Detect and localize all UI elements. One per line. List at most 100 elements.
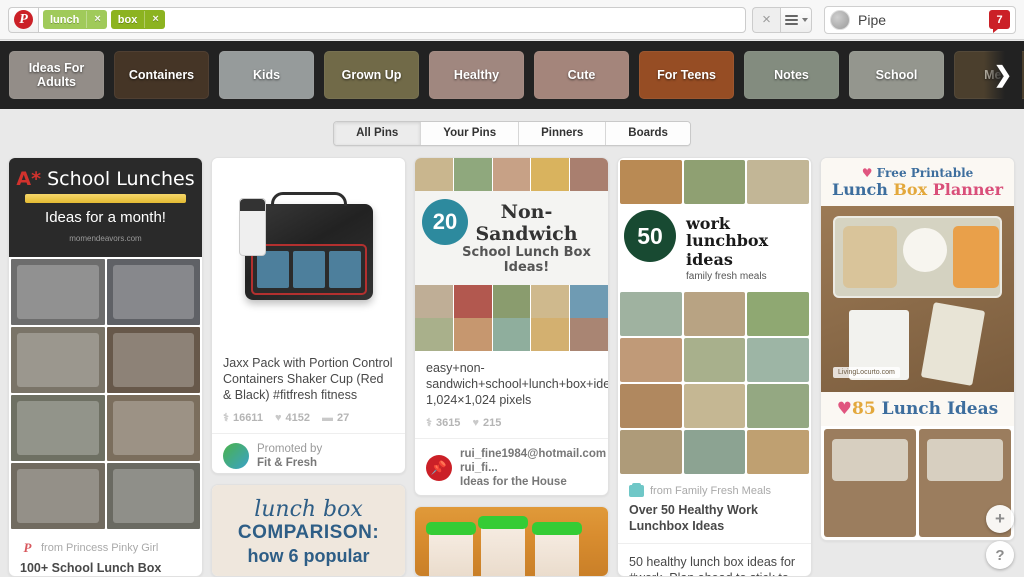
notification-badge[interactable]: 7 (989, 10, 1010, 33)
pin-image[interactable]: 50 work lunchbox ideas family fresh meal… (618, 158, 811, 476)
bag-handle-icon (270, 192, 347, 206)
category-grown-up[interactable]: Grown Up (324, 51, 419, 99)
clear-search-button[interactable]: × (752, 6, 780, 33)
pinterest-logo-button[interactable]: P (8, 6, 38, 33)
pin-art-tagline: ♥ Free Printable (861, 166, 974, 180)
remove-tag-icon[interactable]: × (144, 11, 164, 28)
repin-count: ⚕ 16611 (223, 411, 263, 425)
category-label: For Teens (657, 68, 716, 82)
category-ideas-for-adults[interactable]: Ideas For Adults (9, 51, 104, 99)
pin-art-subheading: how 6 popular (247, 546, 370, 567)
pin-image[interactable] (212, 158, 405, 346)
pin-description-block: 50 healthy lunch box ideas for #work. Pl… (618, 543, 811, 576)
tab-all-pins[interactable]: All Pins (334, 121, 422, 145)
pin-card[interactable]: lunch box COMPARISON: how 6 popular (211, 484, 406, 577)
avatar (830, 9, 850, 30)
pin-card[interactable]: 20 Non-Sandwich School Lunch Box Ideas! … (414, 157, 609, 496)
tab-boards[interactable]: Boards (606, 121, 690, 145)
shaker-cup-icon (239, 198, 266, 256)
category-bar: Ideas For Adults Containers Kids Grown U… (0, 41, 1024, 109)
category-containers[interactable]: Containers (114, 51, 209, 99)
app-header: P lunch × box × × Pipe 7 (0, 0, 1024, 40)
pin-card[interactable]: Jaxx Pack with Portion Control Container… (211, 157, 406, 475)
pin-art-title: Lunch Box Planner (831, 180, 1004, 199)
filter-tab-row: All Pins Your Pins Pinners Boards (0, 109, 1024, 157)
pin-description: 50 healthy lunch box ideas for #work. Pl… (629, 555, 796, 576)
pin-art-script: lunch box (254, 497, 363, 523)
pin-image[interactable]: ♥ Free Printable Lunch Box Planner Livin… (821, 158, 1014, 540)
menu-button[interactable] (780, 6, 812, 33)
category-kids[interactable]: Kids (219, 51, 314, 99)
category-for-teens[interactable]: For Teens (639, 51, 734, 99)
pin-card[interactable]: ♥ Free Printable Lunch Box Planner Livin… (820, 157, 1015, 541)
pin-title[interactable]: 100+ School Lunch Box Ideas - Page 2 of … (20, 560, 191, 576)
repin-icon: ⚕ (426, 417, 432, 429)
pin-art-photo-grid (9, 257, 202, 531)
search-input[interactable] (168, 12, 741, 27)
tab-your-pins[interactable]: Your Pins (421, 121, 520, 145)
category-cute[interactable]: Cute (534, 51, 629, 99)
pinner-attribution[interactable]: 📌 rui_fine1984@hotmail.com rui_fi... Ide… (415, 438, 608, 495)
pin-stats: ⚕ 3615 ♥ 215 (426, 416, 597, 430)
pin-info: Jaxx Pack with Portion Control Container… (212, 346, 405, 433)
tab-pinners[interactable]: Pinners (519, 121, 607, 145)
pin-title[interactable]: easy+non-sandwich+school+lunch+box+ideas… (426, 360, 608, 408)
pin-image[interactable]: lunch box COMPARISON: how 6 popular (212, 485, 405, 577)
user-menu[interactable]: Pipe 7 (824, 5, 1016, 34)
heart-icon: ♥ (274, 411, 282, 424)
add-pin-button[interactable]: + (986, 505, 1014, 533)
pin-art-photo-strip (415, 318, 608, 351)
search-bar[interactable]: lunch × box × (38, 6, 746, 33)
pin-art-photo-strip (415, 158, 608, 191)
pin-column-3: 20 Non-Sandwich School Lunch Box Ideas! … (414, 157, 609, 577)
brand-logo-icon (223, 443, 249, 469)
category-label: School (875, 68, 918, 82)
pin-avatar-icon: 📌 (426, 455, 452, 481)
count-badge: 50 (624, 210, 676, 262)
hamburger-menu-icon (784, 13, 798, 27)
chevron-down-icon (801, 17, 808, 22)
pencil-icon (25, 194, 186, 203)
category-school[interactable]: School (849, 51, 944, 99)
pin-card[interactable] (414, 505, 609, 577)
pin-title[interactable]: Over 50 Healthy Work Lunchbox Ideas (629, 502, 800, 534)
heart-icon: ♥ (861, 166, 873, 180)
pin-art-photo-strip (415, 285, 608, 318)
pinner-text: rui_fine1984@hotmail.com rui_fi... Ideas… (460, 447, 606, 489)
pin-source-label: from Princess Pinky Girl (41, 541, 159, 554)
pin-art-title: A* School Lunches (16, 168, 195, 190)
category-next-arrow-icon[interactable]: ❯ (984, 41, 1022, 109)
pinterest-logo-icon: P (14, 10, 33, 29)
heart-icon: ♥ (836, 399, 853, 419)
search-tag-box[interactable]: box × (110, 10, 165, 29)
search-tag-label: lunch (50, 13, 80, 26)
remove-tag-icon[interactable]: × (86, 11, 106, 28)
pin-stats: ⚕ 16611 ♥ 4152 ▬ 27 (223, 411, 394, 425)
user-name: Pipe (858, 11, 887, 28)
pin-art-title: Non-Sandwich (475, 201, 578, 245)
pin-image[interactable]: 20 Non-Sandwich School Lunch Box Ideas! (415, 158, 608, 351)
pin-art-title-2: lunchbox ideas (686, 231, 769, 269)
comment-icon: ▬ (321, 411, 333, 424)
pin-art-subtitle: family fresh meals (686, 271, 767, 282)
pin-info: from Family Fresh Meals Over 50 Healthy … (618, 476, 811, 543)
promoted-attribution[interactable]: Promoted by Fit & Fresh (212, 433, 405, 473)
category-label: Kids (252, 68, 281, 82)
pin-image[interactable]: A* School Lunches Ideas for a month! mom… (9, 158, 202, 531)
category-label: Cute (567, 68, 596, 82)
category-notes[interactable]: Notes (744, 51, 839, 99)
pin-image[interactable] (415, 506, 608, 576)
pin-title[interactable]: Jaxx Pack with Portion Control Container… (223, 355, 394, 403)
pin-card[interactable]: 50 work lunchbox ideas family fresh meal… (617, 157, 812, 577)
category-healthy[interactable]: Healthy (429, 51, 524, 99)
like-count: ♥ 4152 (274, 411, 310, 424)
pin-source[interactable]: from Family Fresh Meals (629, 483, 800, 497)
repin-count: ⚕ 3615 (426, 416, 461, 430)
category-label: Healthy (453, 68, 500, 82)
pin-card[interactable]: A* School Lunches Ideas for a month! mom… (8, 157, 203, 577)
pin-source[interactable]: P from Princess Pinky Girl (20, 540, 191, 555)
search-tag-lunch[interactable]: lunch × (43, 10, 107, 29)
help-button[interactable]: ? (986, 541, 1014, 569)
category-label: Grown Up (341, 68, 402, 82)
pin-column-1: A* School Lunches Ideas for a month! mom… (8, 157, 203, 577)
